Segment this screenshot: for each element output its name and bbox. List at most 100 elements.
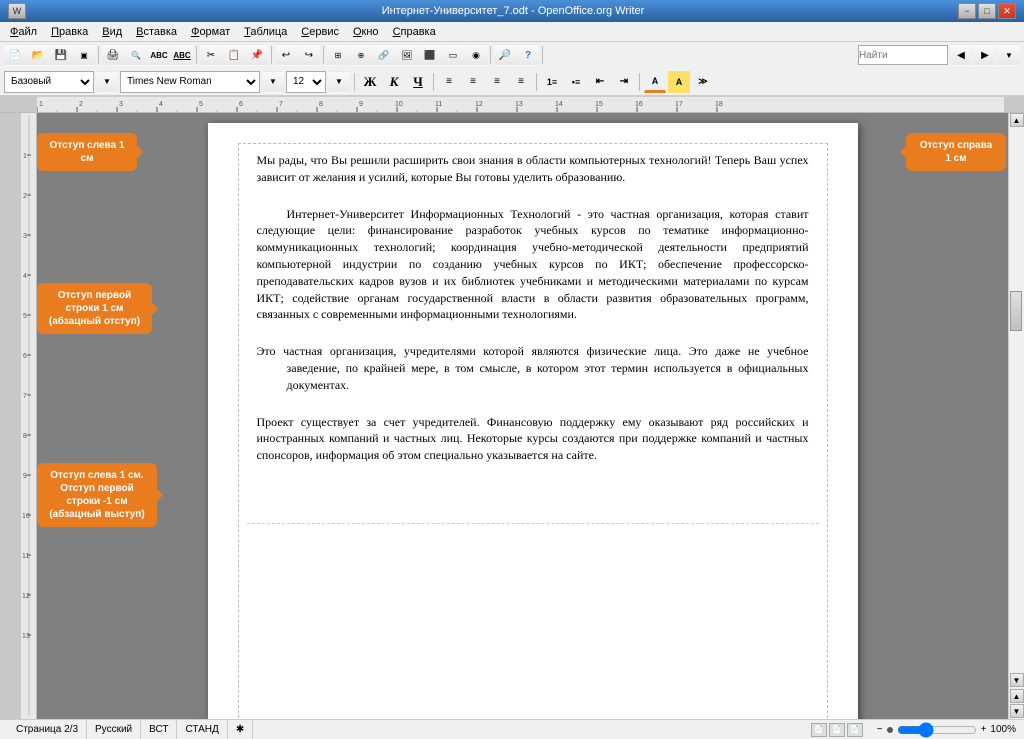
svg-text:7: 7 <box>279 101 283 108</box>
highlight-button[interactable]: A <box>668 71 690 93</box>
page-down-button[interactable]: ▼ <box>1010 704 1024 718</box>
save-button[interactable]: 💾 <box>50 44 72 66</box>
align-right-button[interactable]: ≡ <box>486 71 508 93</box>
open-button[interactable]: 📂 <box>27 44 49 66</box>
list-bullet-button[interactable]: •≡ <box>565 71 587 93</box>
spell2-button[interactable]: ABC <box>171 44 193 66</box>
menu-help[interactable]: Справка <box>387 25 442 39</box>
menu-edit[interactable]: Правка <box>45 25 94 39</box>
image-button[interactable]: 🖼 <box>396 44 418 66</box>
menu-table[interactable]: Таблица <box>238 25 293 39</box>
svg-text:6: 6 <box>23 353 27 360</box>
sep4 <box>323 46 324 64</box>
copy-button[interactable]: 📋 <box>223 44 245 66</box>
sep6 <box>542 46 543 64</box>
maximize-button[interactable]: □ <box>978 3 996 19</box>
doc-btn1[interactable]: 📄 <box>811 723 827 737</box>
page-bottom-margin <box>247 484 819 524</box>
search-next-button[interactable]: ▶ <box>974 44 996 66</box>
doc-btn3[interactable]: 📄 <box>847 723 863 737</box>
ruler-content: 1 2 3 4 5 6 7 8 9 10 11 12 13 1 <box>37 97 1004 113</box>
link-button[interactable]: 🔗 <box>373 44 395 66</box>
svg-text:17: 17 <box>675 101 683 108</box>
status-mode1: ВСТ <box>141 720 177 739</box>
search-options-button[interactable]: ▼ <box>998 44 1020 66</box>
svg-text:11: 11 <box>22 553 29 560</box>
document-scroll-area[interactable]: Отступ слева 1 см Отступ справа 1 см Отс… <box>37 113 1008 720</box>
bold-button[interactable]: Ж <box>359 71 381 93</box>
svg-text:3: 3 <box>23 233 27 240</box>
doc-btn2[interactable]: 📄 <box>829 723 845 737</box>
nav-button[interactable]: ◉ <box>465 44 487 66</box>
svg-text:6: 6 <box>239 101 243 108</box>
save2-button[interactable]: ▣ <box>73 44 95 66</box>
insert-button[interactable]: ⊕ <box>350 44 372 66</box>
style-dropdown-btn[interactable]: ▼ <box>96 71 118 93</box>
style-selector[interactable]: Базовый <box>4 71 94 93</box>
page-up-button[interactable]: ▲ <box>1010 689 1024 703</box>
zoom-control: − + 100% <box>877 722 1016 738</box>
menu-file[interactable]: Файл <box>4 25 43 39</box>
cut-button[interactable]: ✂ <box>200 44 222 66</box>
ruler-left-margin <box>0 97 37 113</box>
align-center-button[interactable]: ≡ <box>462 71 484 93</box>
svg-text:4: 4 <box>23 273 27 280</box>
sep9 <box>536 73 537 91</box>
svg-text:12: 12 <box>22 593 30 600</box>
preview-button[interactable]: 🔍 <box>125 44 147 66</box>
zoom-out-button[interactable]: − <box>877 724 883 735</box>
print-button[interactable]: 🖨 <box>102 44 124 66</box>
sep10 <box>639 73 640 91</box>
svg-text:5: 5 <box>23 313 27 320</box>
italic-button[interactable]: К <box>383 71 405 93</box>
svg-text:9: 9 <box>23 473 27 480</box>
svg-text:7: 7 <box>23 393 27 400</box>
help-button[interactable]: ? <box>517 44 539 66</box>
zoom-in-button[interactable]: + <box>981 724 987 735</box>
redo-button[interactable]: ↪ <box>298 44 320 66</box>
menu-service[interactable]: Сервис <box>295 25 345 39</box>
list-num-button[interactable]: 1≡ <box>541 71 563 93</box>
menu-insert[interactable]: Вставка <box>130 25 183 39</box>
scroll-up-button[interactable]: ▲ <box>1010 113 1024 127</box>
find-button[interactable]: 🔎 <box>494 44 516 66</box>
format-toolbar: Базовый ▼ Times New Roman ▼ 12 ▼ Ж К Ч ≡… <box>0 68 1024 96</box>
sep5 <box>490 46 491 64</box>
size-selector[interactable]: 12 <box>286 71 326 93</box>
draw-button[interactable]: ⬛ <box>419 44 441 66</box>
svg-text:1: 1 <box>23 153 27 160</box>
size-dropdown-btn[interactable]: ▼ <box>328 71 350 93</box>
paste-button[interactable]: 📌 <box>246 44 268 66</box>
menu-view[interactable]: Вид <box>96 25 128 39</box>
align-left-button[interactable]: ≡ <box>438 71 460 93</box>
menu-bar: Файл Правка Вид Вставка Формат Таблица С… <box>0 22 1024 42</box>
undo-button[interactable]: ↩ <box>275 44 297 66</box>
status-mode2: СТАНД <box>177 720 227 739</box>
close-button[interactable]: ✕ <box>998 3 1016 19</box>
page-inner: Мы рады, что Вы решили расширить свои зн… <box>238 143 828 720</box>
spell-button[interactable]: ABC <box>148 44 170 66</box>
menu-window[interactable]: Окно <box>347 25 385 39</box>
indent-less-button[interactable]: ⇤ <box>589 71 611 93</box>
scroll-track[interactable] <box>1009 127 1024 673</box>
scroll-thumb[interactable] <box>1010 291 1022 331</box>
table-button[interactable]: ⊞ <box>327 44 349 66</box>
indent-more-button[interactable]: ⇥ <box>613 71 635 93</box>
vertical-scrollbar[interactable]: ▲ ▼ ▲ ▼ <box>1008 113 1024 720</box>
frame-button[interactable]: ▭ <box>442 44 464 66</box>
svg-text:14: 14 <box>555 101 563 108</box>
underline-button[interactable]: Ч <box>407 71 429 93</box>
search-prev-button[interactable]: ◀ <box>950 44 972 66</box>
zoom-slider[interactable] <box>897 722 977 738</box>
scroll-down-button[interactable]: ▼ <box>1010 673 1024 687</box>
font-color-button[interactable]: A <box>644 71 666 93</box>
annotation-first-line: Отступ первой строки 1 см (абзацный отст… <box>37 283 152 334</box>
align-justify-button[interactable]: ≡ <box>510 71 532 93</box>
more-button[interactable]: ≫ <box>692 71 714 93</box>
new-button[interactable]: 📄 <box>4 44 26 66</box>
font-dropdown-btn[interactable]: ▼ <box>262 71 284 93</box>
minimize-button[interactable]: − <box>958 3 976 19</box>
search-input[interactable] <box>858 45 948 65</box>
font-selector[interactable]: Times New Roman <box>120 71 260 93</box>
menu-format[interactable]: Формат <box>185 25 236 39</box>
